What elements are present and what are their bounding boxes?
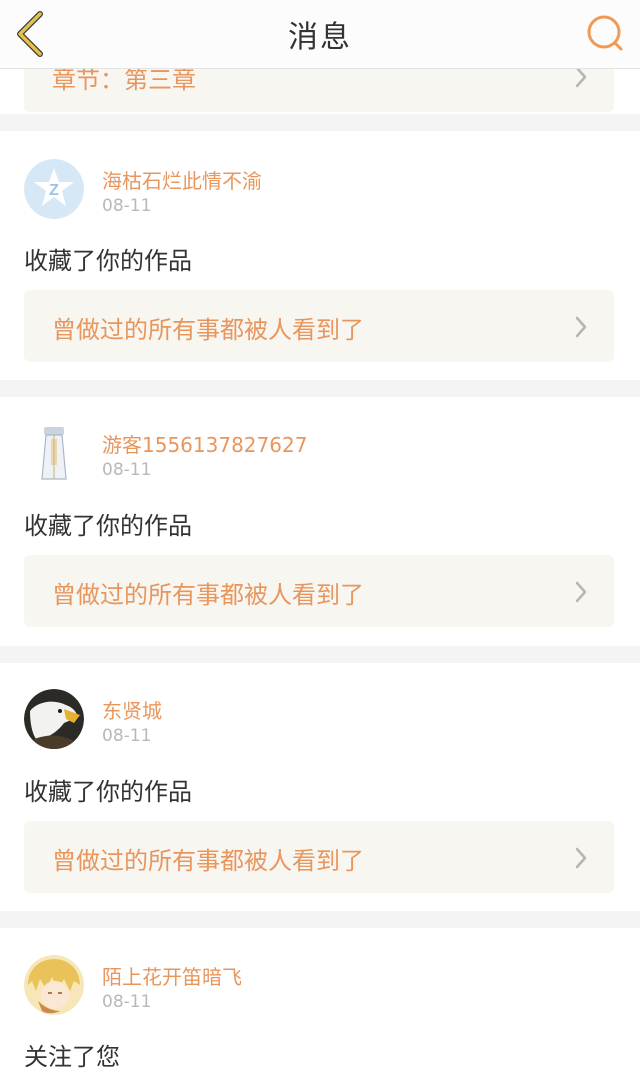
eagle-avatar-icon bbox=[24, 689, 84, 749]
work-title: 曾做过的所有事都被人看到了 bbox=[52, 581, 364, 609]
figure-avatar-icon bbox=[24, 423, 84, 483]
work-link[interactable]: 曾做过的所有事都被人看到了 bbox=[24, 290, 614, 362]
message-card: 游客1556137827627 08-11 收藏了你的作品 曾做过的所有事都被人… bbox=[0, 397, 640, 646]
avatar[interactable] bbox=[24, 423, 84, 483]
work-title: 曾做过的所有事都被人看到了 bbox=[52, 847, 364, 875]
message-date: 08-11 bbox=[102, 992, 152, 1012]
username[interactable]: 海枯石烂此情不渝 bbox=[102, 165, 262, 194]
work-title: 曾做过的所有事都被人看到了 bbox=[52, 316, 364, 344]
message-action-text: 关注了您 bbox=[24, 1043, 120, 1071]
work-link[interactable]: 曾做过的所有事都被人看到了 bbox=[24, 821, 614, 893]
username[interactable]: 陌上花开笛暗飞 bbox=[102, 961, 242, 990]
chevron-right-icon bbox=[575, 316, 587, 338]
message-date: 08-11 bbox=[102, 460, 152, 480]
message-card: Z 海枯石烂此情不渝 08-11 收藏了你的作品 曾做过的所有事都被人看到了 bbox=[0, 131, 640, 380]
chevron-right-icon bbox=[575, 66, 587, 88]
svg-text:Z: Z bbox=[49, 182, 59, 199]
page-title: 消息 bbox=[288, 20, 352, 55]
anime-avatar-icon bbox=[24, 955, 84, 1015]
avatar[interactable] bbox=[24, 689, 84, 749]
chevron-right-icon bbox=[575, 581, 587, 603]
message-action-text: 收藏了你的作品 bbox=[24, 247, 192, 275]
search-button[interactable] bbox=[584, 12, 626, 54]
messages-page: 消息 章节：第三章 Z 海枯石烂此情不渝 08-11 收藏了你的作品 曾做过的所… bbox=[0, 0, 640, 1092]
username[interactable]: 东贤城 bbox=[102, 695, 162, 724]
message-action-text: 收藏了你的作品 bbox=[24, 778, 192, 806]
avatar[interactable] bbox=[24, 955, 84, 1015]
message-date: 08-11 bbox=[102, 726, 152, 746]
back-button[interactable] bbox=[10, 8, 54, 60]
chevron-right-icon bbox=[575, 847, 587, 869]
search-icon bbox=[587, 15, 623, 51]
message-card: 东贤城 08-11 收藏了你的作品 曾做过的所有事都被人看到了 bbox=[0, 663, 640, 911]
message-card: 陌上花开笛暗飞 08-11 关注了您 bbox=[0, 928, 640, 1092]
username[interactable]: 游客1556137827627 bbox=[102, 429, 307, 458]
chevron-left-icon bbox=[17, 11, 43, 57]
message-date: 08-11 bbox=[102, 196, 152, 216]
message-action-text: 收藏了你的作品 bbox=[24, 512, 192, 540]
work-link[interactable]: 曾做过的所有事都被人看到了 bbox=[24, 555, 614, 627]
default-z-avatar-icon: Z bbox=[24, 159, 84, 219]
top-nav-bar: 消息 bbox=[0, 0, 640, 69]
avatar[interactable]: Z bbox=[24, 159, 84, 219]
